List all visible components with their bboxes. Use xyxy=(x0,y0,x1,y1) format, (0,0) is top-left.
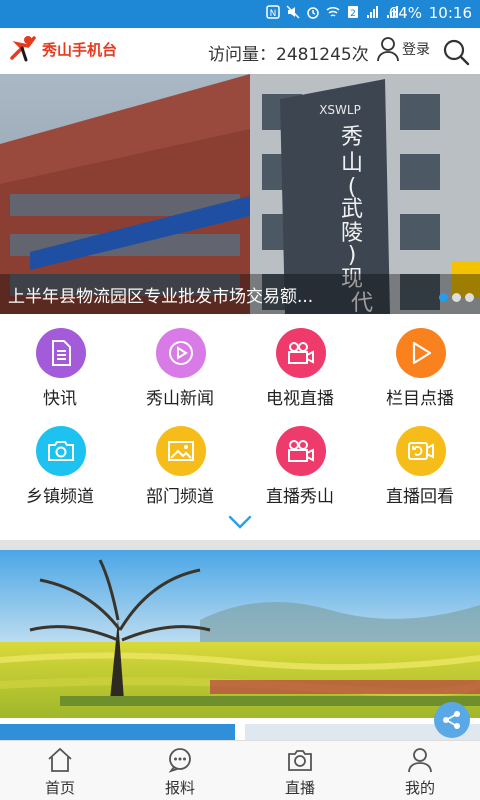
clock: 10:16 xyxy=(428,4,472,22)
visits-label: 访问量： xyxy=(208,45,276,65)
grid-label: 部门频道 xyxy=(146,487,214,507)
landscape-photo xyxy=(0,550,480,718)
logo-runner-icon xyxy=(10,36,36,62)
nav-home[interactable]: 首页 xyxy=(0,741,120,800)
feature-grid: 快讯 秀山新闻 电视直播 栏目点播 乡镇频道 部门频道 直播秀山 直播回看 xyxy=(0,314,480,540)
grid-item-xiushan-news[interactable]: 秀山新闻 xyxy=(120,314,240,412)
feature-thumb-left[interactable] xyxy=(0,724,235,740)
image-icon xyxy=(156,426,206,476)
app-header: 秀山手机台 访问量： 2481245次 登录 xyxy=(0,28,480,74)
carousel-dot[interactable] xyxy=(465,293,474,302)
document-icon xyxy=(36,328,86,378)
nav-report[interactable]: 报料 xyxy=(120,741,240,800)
play-circle-icon xyxy=(156,328,206,378)
bottom-nav: 首页 报料 直播 我的 xyxy=(0,740,480,800)
user-icon xyxy=(408,748,432,773)
carousel-dot[interactable] xyxy=(439,293,448,302)
banner-caption[interactable]: 上半年县物流园区专业批发市场交易额... xyxy=(8,282,313,307)
grid-label: 秀山新闻 xyxy=(146,389,214,409)
grid-label: 栏目点播 xyxy=(386,389,454,409)
chat-bubble-icon xyxy=(168,748,191,773)
expand-chevron-icon[interactable] xyxy=(228,514,252,530)
home-icon xyxy=(48,747,72,772)
grid-item-tv-live[interactable]: 电视直播 xyxy=(240,314,360,412)
visit-counter: 访问量： 2481245次 xyxy=(208,40,369,65)
nav-label: 首页 xyxy=(44,779,75,797)
svg-text:秀: 秀 xyxy=(341,125,363,150)
sim-icon: 2 xyxy=(348,6,358,19)
camera-icon xyxy=(36,426,86,476)
nav-label: 我的 xyxy=(404,779,435,797)
replay-camera-icon xyxy=(396,426,446,476)
grid-label: 乡镇频道 xyxy=(26,487,94,507)
mute-icon xyxy=(286,5,300,19)
nav-label: 直播 xyxy=(284,779,315,797)
grid-item-kuaixun[interactable]: 快讯 xyxy=(0,314,120,412)
status-bar: N 2 64% 10:16 xyxy=(0,0,480,28)
login-label: 登录 xyxy=(402,42,430,58)
app-name: 秀山手机台 xyxy=(42,40,118,59)
nav-live[interactable]: 直播 xyxy=(240,741,360,800)
carousel-indicator xyxy=(439,293,474,302)
svg-text:XSWLP: XSWLP xyxy=(319,103,361,117)
status-icons: N 2 xyxy=(266,5,400,19)
section-divider xyxy=(0,540,480,550)
svg-text:N: N xyxy=(270,9,277,19)
nfc-icon: N xyxy=(266,5,280,19)
alarm-icon xyxy=(307,7,319,19)
user-icon xyxy=(377,37,399,62)
grid-label: 直播回看 xyxy=(386,487,454,507)
carousel-dot[interactable] xyxy=(452,293,461,302)
grid-item-township-channel[interactable]: 乡镇频道 xyxy=(0,412,120,510)
next-feature-strip xyxy=(0,718,480,740)
svg-text:武: 武 xyxy=(341,197,363,222)
grid-item-department-channel[interactable]: 部门频道 xyxy=(120,412,240,510)
login-button[interactable]: 登录 xyxy=(376,36,430,62)
search-icon[interactable] xyxy=(442,38,470,66)
camera-icon xyxy=(288,750,312,771)
play-icon xyxy=(396,328,446,378)
grid-item-program-vod[interactable]: 栏目点播 xyxy=(360,314,480,412)
grid-label: 直播秀山 xyxy=(266,487,334,507)
svg-text:山: 山 xyxy=(341,151,363,176)
video-camera-icon xyxy=(276,328,326,378)
banner-caption-bar: 上半年县物流园区专业批发市场交易额... xyxy=(0,274,480,314)
app-logo[interactable]: 秀山手机台 xyxy=(8,34,117,64)
grid-label: 快讯 xyxy=(43,389,77,409)
nav-profile[interactable]: 我的 xyxy=(360,741,480,800)
share-icon xyxy=(443,711,460,729)
battery-level: 64% xyxy=(388,4,422,22)
wifi-icon xyxy=(326,6,340,17)
grid-label: 电视直播 xyxy=(266,389,334,409)
grid-item-live-xiushan[interactable]: 直播秀山 xyxy=(240,412,360,510)
visits-count: 2481245次 xyxy=(276,45,369,65)
feature-image[interactable] xyxy=(0,550,480,718)
signal-icon xyxy=(367,6,378,18)
svg-text:): ) xyxy=(348,243,357,268)
grid-item-live-replay[interactable]: 直播回看 xyxy=(360,412,480,510)
nav-label: 报料 xyxy=(164,779,195,797)
video-camera-icon xyxy=(276,426,326,476)
share-button[interactable] xyxy=(434,702,470,738)
banner-carousel[interactable]: XSWLP 秀 山 ( 武 陵 ) 现 代 上半年县物流园区专业批发市场交易额.… xyxy=(0,74,480,314)
svg-text:2: 2 xyxy=(350,9,356,19)
